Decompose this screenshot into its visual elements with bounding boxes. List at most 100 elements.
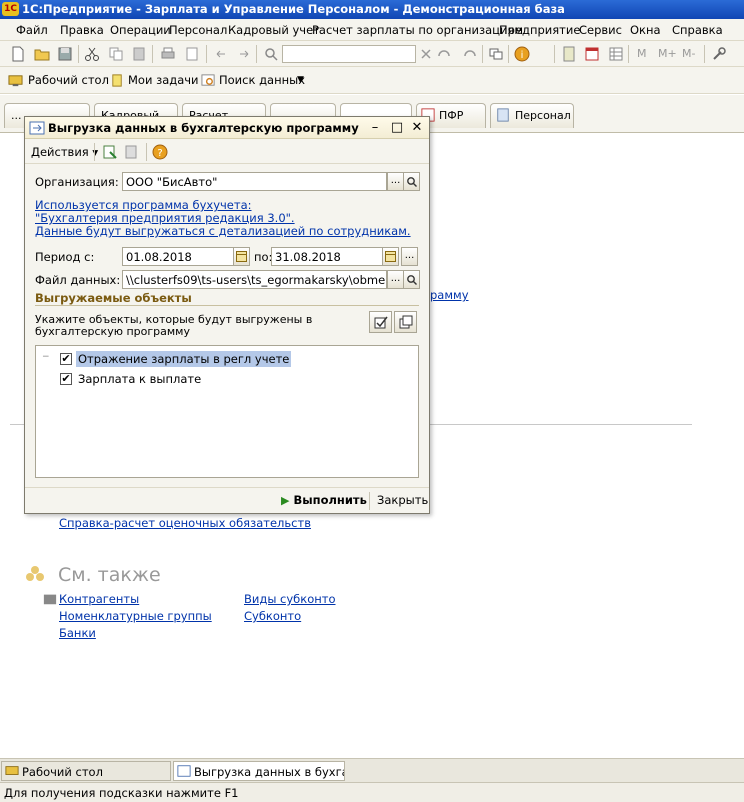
link-report-estimated-liabilities[interactable]: Справка-расчет оценочных обязательств — [59, 516, 311, 530]
app-logo-icon: 1С — [2, 2, 19, 16]
menu-edit[interactable]: Правка — [60, 23, 104, 37]
object-checkbox[interactable]: ✔ — [60, 373, 72, 385]
save-settings-icon[interactable] — [124, 144, 140, 160]
menu-operations[interactable]: Операции — [110, 23, 171, 37]
organization-open-button[interactable] — [403, 172, 420, 191]
contractors-icon — [43, 594, 57, 605]
menu-help[interactable]: Справка — [672, 23, 723, 37]
find-next-icon[interactable] — [436, 46, 452, 62]
objects-list[interactable]: − ✔ Отражение зарплаты в регл учете ✔ За… — [35, 345, 419, 478]
panel-desktop[interactable]: Рабочий стол — [28, 73, 109, 87]
see-also-title: См. также — [58, 564, 161, 586]
period-from-calendar-button[interactable] — [233, 247, 250, 266]
undo-icon[interactable] — [213, 46, 229, 62]
paste-icon[interactable] — [131, 46, 147, 62]
menu-enterprise[interactable]: Предприятие — [499, 23, 580, 37]
menu-bar: Файл Правка Операции Персонал Кадровый у… — [0, 19, 744, 41]
svg-text:i: i — [521, 50, 524, 61]
mem-plus-button[interactable]: M+ — [658, 47, 677, 60]
windows-icon[interactable] — [488, 46, 504, 62]
toolbar-search-input[interactable] — [282, 45, 416, 63]
new-document-icon[interactable] — [10, 46, 26, 62]
link-banks[interactable]: Банки — [59, 626, 96, 640]
open-folder-icon[interactable] — [34, 46, 50, 62]
tools-icon[interactable] — [711, 46, 727, 62]
uncheck-all-button[interactable] — [394, 311, 417, 333]
table-icon[interactable] — [608, 46, 624, 62]
data-search-icon — [201, 74, 215, 86]
minimize-button[interactable]: – — [367, 120, 383, 136]
find-prev-icon[interactable] — [462, 46, 478, 62]
calculator-icon[interactable] — [561, 46, 577, 62]
link-nomenclature-groups[interactable]: Номенклатурные группы — [59, 609, 212, 623]
close-button[interactable]: Закрыть — [377, 493, 428, 507]
organization-label: Организация: — [35, 175, 119, 189]
link-subconto-types[interactable]: Виды субконто — [244, 592, 336, 606]
dialog-footer: ▶ Выполнить Закрыть — [25, 487, 429, 513]
link-subconto[interactable]: Субконто — [244, 609, 301, 623]
mem-button[interactable]: M — [637, 47, 647, 60]
close-window-button[interactable]: ✕ — [409, 120, 425, 136]
accounting-program-link[interactable]: Используется программа бухучета: — [35, 198, 252, 212]
cut-icon[interactable] — [84, 46, 100, 62]
accounting-program-name-link[interactable]: "Бухгалтерия предприятия редакция 3.0". — [35, 211, 295, 225]
period-to-field[interactable]: 31.08.2018 — [271, 247, 383, 266]
data-file-open-button[interactable] — [403, 270, 420, 289]
object-label: Отражение зарплаты в регл учете — [76, 351, 292, 367]
app-title: 1С:Предприятие - Зарплата и Управление П… — [22, 2, 565, 16]
dialog-title-bar: Выгрузка данных в бухгалтерскую программ… — [25, 117, 429, 139]
copy-icon[interactable] — [108, 46, 124, 62]
personnel-icon — [497, 108, 509, 122]
partial-link[interactable]: рамму — [430, 288, 469, 302]
calendar-icon[interactable] — [584, 46, 600, 62]
panel-more-chevron-icon[interactable]: ▼ — [297, 75, 304, 85]
print-icon[interactable] — [160, 46, 176, 62]
section-divider — [35, 305, 419, 306]
redo-icon[interactable] — [236, 46, 252, 62]
check-all-icon — [374, 316, 388, 329]
list-item[interactable]: ✔ Зарплата к выплате — [36, 370, 418, 388]
object-checkbox[interactable]: ✔ — [60, 353, 72, 365]
clear-search-icon[interactable] — [418, 46, 434, 62]
tree-expand-icon[interactable]: − — [42, 352, 50, 362]
export-icon — [29, 121, 45, 135]
tab-personnel[interactable]: Персонал — [490, 103, 574, 128]
quick-panel: Рабочий стол Мои задачи Поиск данных ▼ — [0, 67, 744, 94]
mem-minus-button[interactable]: M- — [682, 47, 695, 60]
calendar-icon — [236, 251, 247, 262]
link-contractors[interactable]: Контрагенты — [59, 592, 139, 606]
menu-payroll[interactable]: Расчет зарплаты по организациям — [312, 23, 523, 37]
data-file-browse-button[interactable]: ... — [387, 270, 404, 289]
actions-menu[interactable]: Действия ▾ — [31, 145, 98, 159]
menu-service[interactable]: Сервис — [579, 23, 622, 37]
help-icon[interactable]: ? — [152, 144, 168, 160]
menu-personnel[interactable]: Персонал — [169, 23, 227, 37]
organization-select-button[interactable]: ... — [387, 172, 404, 191]
task-export-dialog[interactable]: Выгрузка данных в бухгалт... — [173, 761, 345, 781]
list-item[interactable]: − ✔ Отражение зарплаты в регл учете — [36, 350, 418, 368]
organization-field[interactable]: ООО "БисАвто" — [122, 172, 387, 191]
main-toolbar: i M M+ M- — [0, 41, 744, 67]
load-settings-icon[interactable] — [102, 144, 118, 160]
menu-hr-accounting[interactable]: Кадровый учет — [228, 23, 320, 37]
detailing-link[interactable]: Данные будут выгружаться с детализацией … — [35, 224, 411, 238]
calendar-icon — [385, 251, 396, 262]
panel-my-tasks[interactable]: Мои задачи — [128, 73, 199, 87]
period-to-calendar-button[interactable] — [382, 247, 399, 266]
period-from-field[interactable]: 01.08.2018 — [122, 247, 234, 266]
search-icon[interactable] — [263, 46, 279, 62]
task-desktop[interactable]: Рабочий стол — [1, 761, 171, 781]
tasks-icon — [112, 74, 122, 87]
maximize-button[interactable]: □ — [389, 120, 405, 136]
menu-windows[interactable]: Окна — [630, 23, 661, 37]
info-icon[interactable]: i — [514, 46, 530, 62]
data-file-field[interactable]: \\clusterfs09\ts-users\ts_egormakarsky\o… — [122, 270, 387, 289]
app-title-bar: 1С 1С:Предприятие - Зарплата и Управлени… — [0, 0, 744, 19]
period-select-button[interactable]: ... — [401, 247, 418, 266]
execute-button[interactable]: ▶ Выполнить — [281, 493, 367, 507]
check-all-button[interactable] — [369, 311, 392, 333]
menu-file[interactable]: Файл — [16, 23, 48, 37]
panel-data-search[interactable]: Поиск данных — [219, 73, 305, 87]
preview-icon[interactable] — [184, 46, 200, 62]
save-icon[interactable] — [57, 46, 73, 62]
